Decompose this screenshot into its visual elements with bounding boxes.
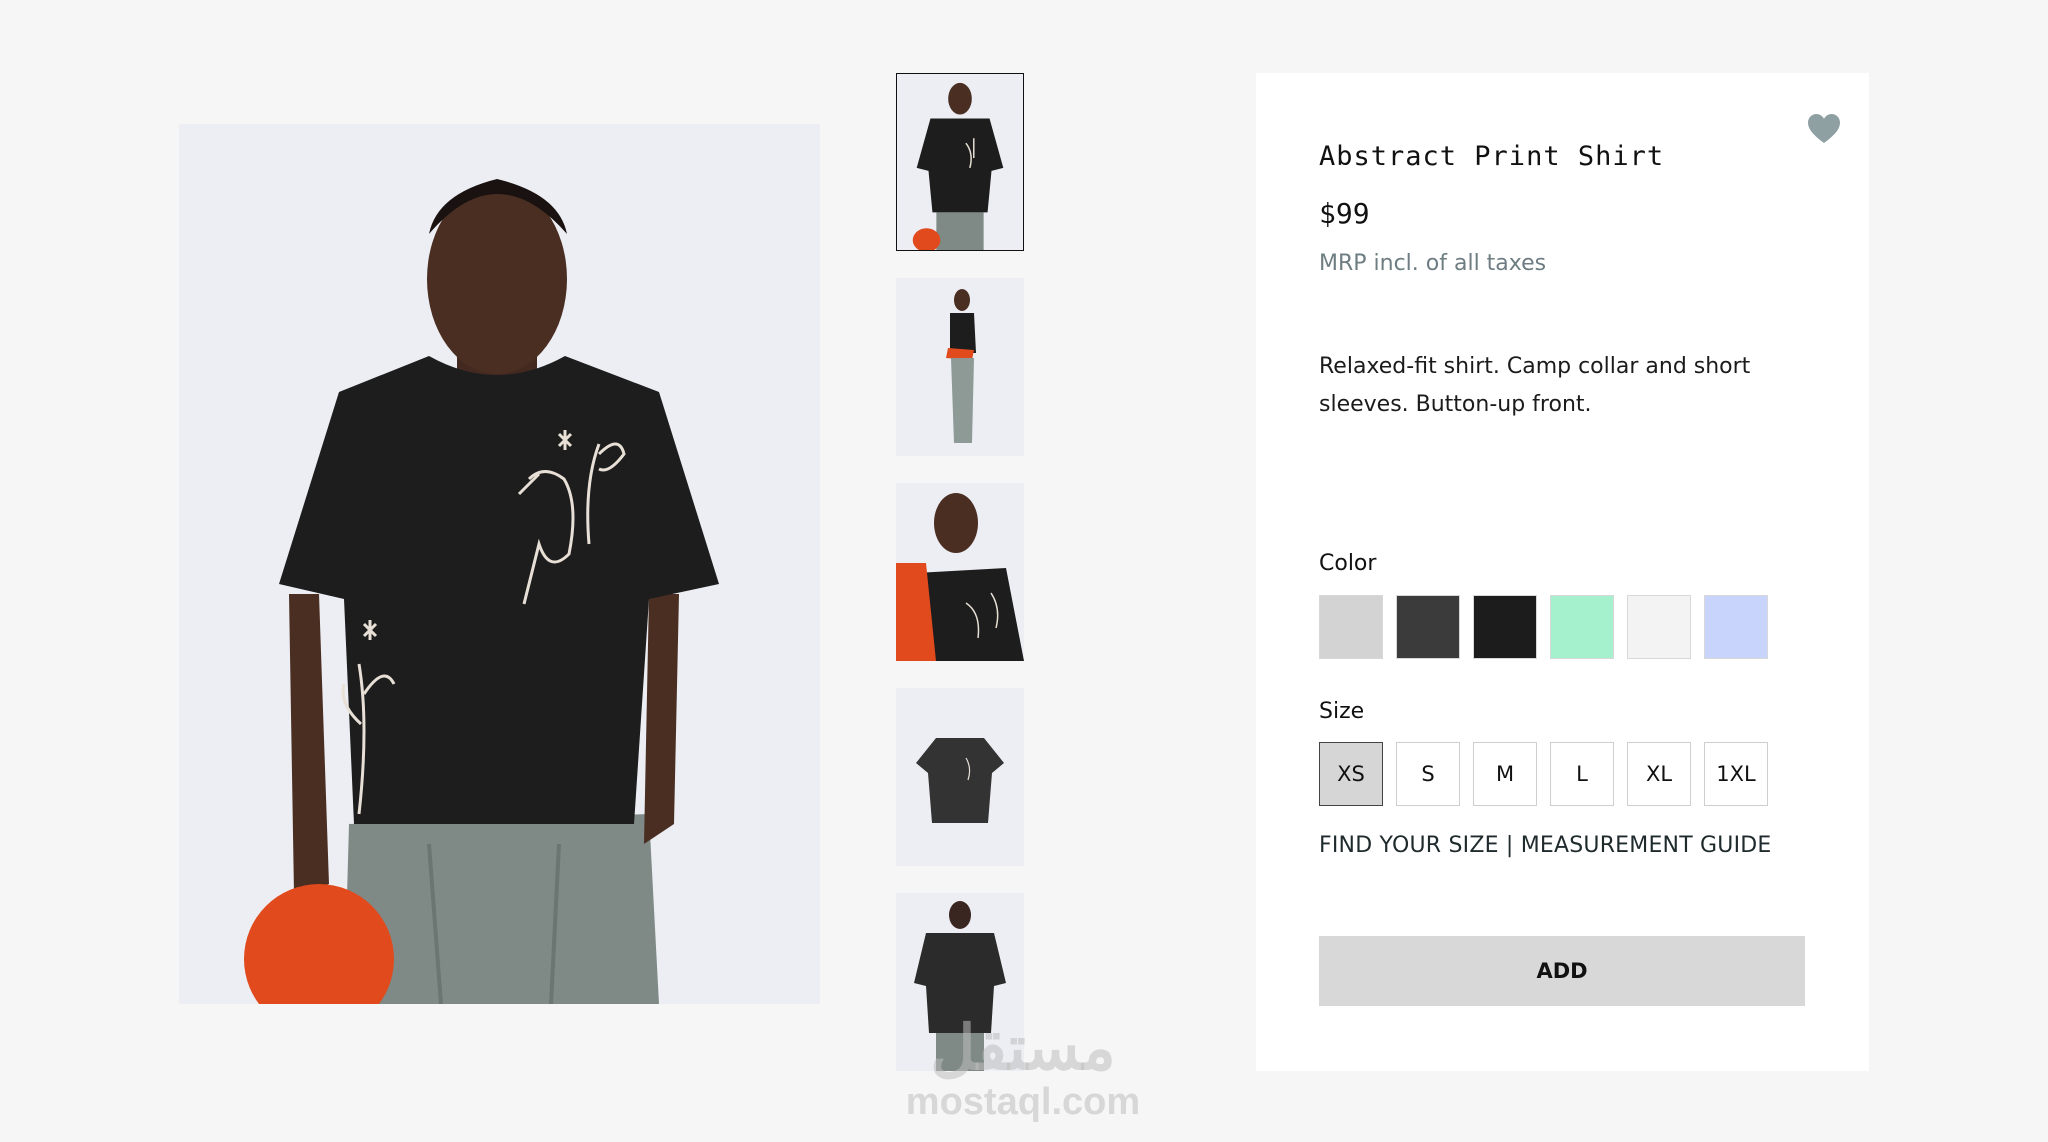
color-swatch[interactable] [1627, 595, 1691, 659]
wishlist-heart-icon[interactable] [1807, 113, 1841, 145]
size-option-1xl[interactable]: 1XL [1704, 742, 1768, 806]
thumbnail-front[interactable] [896, 73, 1024, 251]
size-guide-link[interactable]: FIND YOUR SIZE | MEASUREMENT GUIDE [1319, 833, 1772, 858]
size-label: Size [1319, 699, 1365, 724]
tax-note: MRP incl. of all taxes [1319, 251, 1547, 276]
thumbnail-closeup[interactable] [896, 483, 1024, 661]
product-description: Relaxed-fit shirt. Camp collar and short… [1319, 354, 1751, 417]
color-swatch[interactable] [1396, 595, 1460, 659]
color-swatch[interactable] [1704, 595, 1768, 659]
color-swatch[interactable] [1473, 595, 1537, 659]
size-option-group: XS S M L XL 1XL [1319, 742, 1768, 806]
product-price: $99 [1319, 197, 1370, 230]
size-option-xs[interactable]: XS [1319, 742, 1383, 806]
color-label: Color [1319, 551, 1377, 576]
thumbnail-flatlay[interactable] [896, 688, 1024, 866]
watermark: مستقل mostaql.com [898, 1014, 1148, 1123]
size-option-m[interactable]: M [1473, 742, 1537, 806]
color-swatch[interactable] [1319, 595, 1383, 659]
thumbnail-side[interactable] [896, 278, 1024, 456]
watermark-latin: mostaql.com [905, 1081, 1141, 1123]
product-title: Abstract Print Shirt [1319, 141, 1665, 172]
color-swatch-group [1319, 595, 1768, 659]
size-option-s[interactable]: S [1396, 742, 1460, 806]
add-to-cart-button[interactable]: ADD [1319, 936, 1805, 1006]
size-option-l[interactable]: L [1550, 742, 1614, 806]
watermark-arabic: مستقل [930, 1014, 1116, 1083]
product-detail-panel: Abstract Print Shirt $99 MRP incl. of al… [1256, 73, 1869, 1071]
size-option-xl[interactable]: XL [1627, 742, 1691, 806]
color-swatch[interactable] [1550, 595, 1614, 659]
main-product-image [179, 124, 820, 1004]
